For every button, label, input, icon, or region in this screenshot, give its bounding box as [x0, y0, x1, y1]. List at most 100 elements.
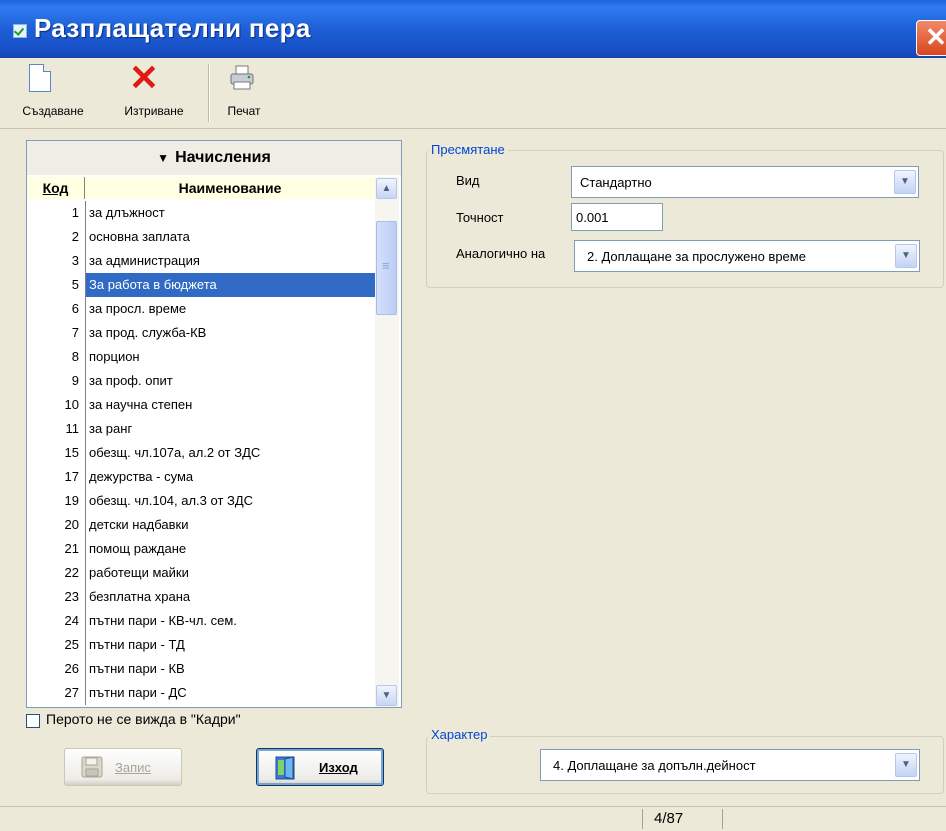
toolbar: Създаване ✕ Изтриване Печат: [0, 58, 946, 129]
list-item[interactable]: 2 основна заплата: [27, 225, 375, 249]
status-pane-empty: [722, 809, 946, 829]
list-item[interactable]: 15 обезщ. чл.107а, ал.2 от ЗДС: [27, 441, 375, 465]
character-title: Характер: [428, 727, 491, 742]
list-item-name: пътни пари - ТД: [85, 633, 375, 657]
list-item[interactable]: 26 пътни пари - КВ: [27, 657, 375, 681]
list-item-name: За работа в бюджета: [85, 273, 375, 297]
toolbar-separator: [208, 64, 210, 122]
list-item-code: 7: [71, 325, 79, 340]
collapse-triangle-icon: ▼: [157, 151, 170, 165]
list-item[interactable]: 17 дежурства - сума: [27, 465, 375, 489]
similar-to-label: Аналогично на: [456, 246, 546, 261]
chevron-down-icon[interactable]: ▼: [894, 170, 916, 194]
create-label: Създаване: [22, 104, 84, 118]
floppy-disk-icon: [81, 756, 103, 778]
list-item-name: помощ раждане: [85, 537, 375, 561]
precision-input[interactable]: 0.001: [571, 203, 663, 231]
list-item[interactable]: 5 За работа в бюджета: [27, 273, 375, 297]
list-header[interactable]: ▼ Начисления: [27, 141, 401, 175]
list-item[interactable]: 23 безплатна храна: [27, 585, 375, 609]
exit-label: Изход: [319, 760, 358, 775]
precision-label: Точност: [456, 210, 504, 225]
list-header-title: Начисления: [175, 149, 271, 166]
chevron-down-icon[interactable]: ▼: [895, 753, 917, 777]
list-rows: 1 за длъжност 2 основна заплата 3 за админист…: [27, 201, 375, 707]
accruals-list-panel: ▼ Начисления Код Наименование 1 за длъжнос…: [26, 140, 402, 708]
list-item[interactable]: 3 за администрация: [27, 249, 375, 273]
similar-to-select[interactable]: 2. Доплащане за прослужено време ▼: [574, 240, 920, 272]
print-button[interactable]: Печат: [216, 58, 272, 128]
status-bar: 4/87: [0, 806, 946, 831]
list-item-code: 17: [64, 469, 79, 484]
save-label: Запис: [115, 760, 151, 775]
similar-to-value: 2. Доплащане за прослужено време: [587, 249, 806, 264]
exit-button[interactable]: Изход: [256, 748, 384, 786]
list-item-name: безплатна храна: [85, 585, 375, 609]
list-item[interactable]: 19 обезщ. чл.104, ал.3 от ЗДС: [27, 489, 375, 513]
new-document-icon: [29, 64, 51, 92]
list-item-name: порцион: [85, 345, 375, 369]
delete-label: Изтриване: [124, 104, 184, 118]
list-item[interactable]: 20 детски надбавки: [27, 513, 375, 537]
list-item-code: 10: [64, 397, 79, 412]
close-button[interactable]: ✕: [916, 20, 946, 56]
list-item-name: работещи майки: [85, 561, 375, 585]
chevron-down-icon[interactable]: ▼: [895, 244, 917, 268]
list-item-name: пътни пари - ДС: [85, 681, 375, 705]
calculation-title: Пресмятане: [428, 142, 508, 157]
list-item[interactable]: 1 за длъжност: [27, 201, 375, 225]
title-bar[interactable]: Разплащателни пера ✕: [0, 0, 946, 58]
list-item-name: пътни пари - КВ-чл. сем.: [85, 609, 375, 633]
column-header-name[interactable]: Наименование: [85, 177, 375, 199]
list-item-code: 19: [64, 493, 79, 508]
list-item[interactable]: 21 помощ раждане: [27, 537, 375, 561]
list-item-code: 24: [64, 613, 79, 628]
list-item-name: детски надбавки: [85, 513, 375, 537]
list-item-name: за прод. служба-КВ: [85, 321, 375, 345]
list-item-code: 20: [64, 517, 79, 532]
window-title: Разплащателни пера: [34, 13, 311, 43]
list-item-name: дежурства - сума: [85, 465, 375, 489]
list-item-code: 6: [71, 301, 79, 316]
list-item-name: за администрация: [85, 249, 375, 273]
list-item[interactable]: 22 работещи майки: [27, 561, 375, 585]
list-item[interactable]: 6 за просл. време: [27, 297, 375, 321]
list-item-code: 8: [71, 349, 79, 364]
delete-button[interactable]: ✕ Изтриване: [106, 58, 202, 128]
list-item-code: 5: [71, 277, 79, 292]
list-item[interactable]: 11 за ранг: [27, 417, 375, 441]
list-item-name: за проф. опит: [85, 369, 375, 393]
list-item[interactable]: 7 за прод. служба-КВ: [27, 321, 375, 345]
save-button[interactable]: Запис: [64, 748, 182, 786]
list-item[interactable]: 27 пътни пари - ДС: [27, 681, 375, 705]
list-item-code: 9: [71, 373, 79, 388]
hidden-in-staff-checkbox[interactable]: [26, 714, 40, 728]
character-value: 4. Доплащане за допълн.дейност: [553, 758, 756, 773]
list-item-code: 25: [64, 637, 79, 652]
list-item[interactable]: 24 пътни пари - КВ-чл. сем.: [27, 609, 375, 633]
character-select[interactable]: 4. Доплащане за допълн.дейност ▼: [540, 749, 920, 781]
print-label: Печат: [227, 104, 261, 118]
list-item-name: обезщ. чл.104, ал.3 от ЗДС: [85, 489, 375, 513]
list-item-name: обезщ. чл.107а, ал.2 от ЗДС: [85, 441, 375, 465]
type-value: Стандартно: [580, 175, 652, 190]
printer-icon: [230, 65, 254, 90]
column-header-code[interactable]: Код: [27, 177, 85, 199]
list-item[interactable]: 25 пътни пари - ТД: [27, 633, 375, 657]
scroll-thumb[interactable]: [376, 221, 397, 315]
list-item-code: 3: [71, 253, 79, 268]
list-scrollbar[interactable]: ▲ ▼: [375, 177, 399, 707]
delete-x-icon: ✕: [128, 57, 160, 98]
list-item[interactable]: 10 за научна степен: [27, 393, 375, 417]
list-item-code: 27: [64, 685, 79, 700]
list-item-name: за просл. време: [85, 297, 375, 321]
scroll-up-arrow-icon[interactable]: ▲: [376, 178, 397, 199]
app-check-icon: [13, 24, 27, 38]
precision-value: 0.001: [576, 210, 609, 225]
scroll-down-arrow-icon[interactable]: ▼: [376, 685, 397, 706]
list-item[interactable]: 9 за проф. опит: [27, 369, 375, 393]
create-button[interactable]: Създаване: [0, 58, 106, 128]
list-item-code: 21: [64, 541, 79, 556]
type-select[interactable]: Стандартно ▼: [571, 166, 919, 198]
list-item[interactable]: 8 порцион: [27, 345, 375, 369]
